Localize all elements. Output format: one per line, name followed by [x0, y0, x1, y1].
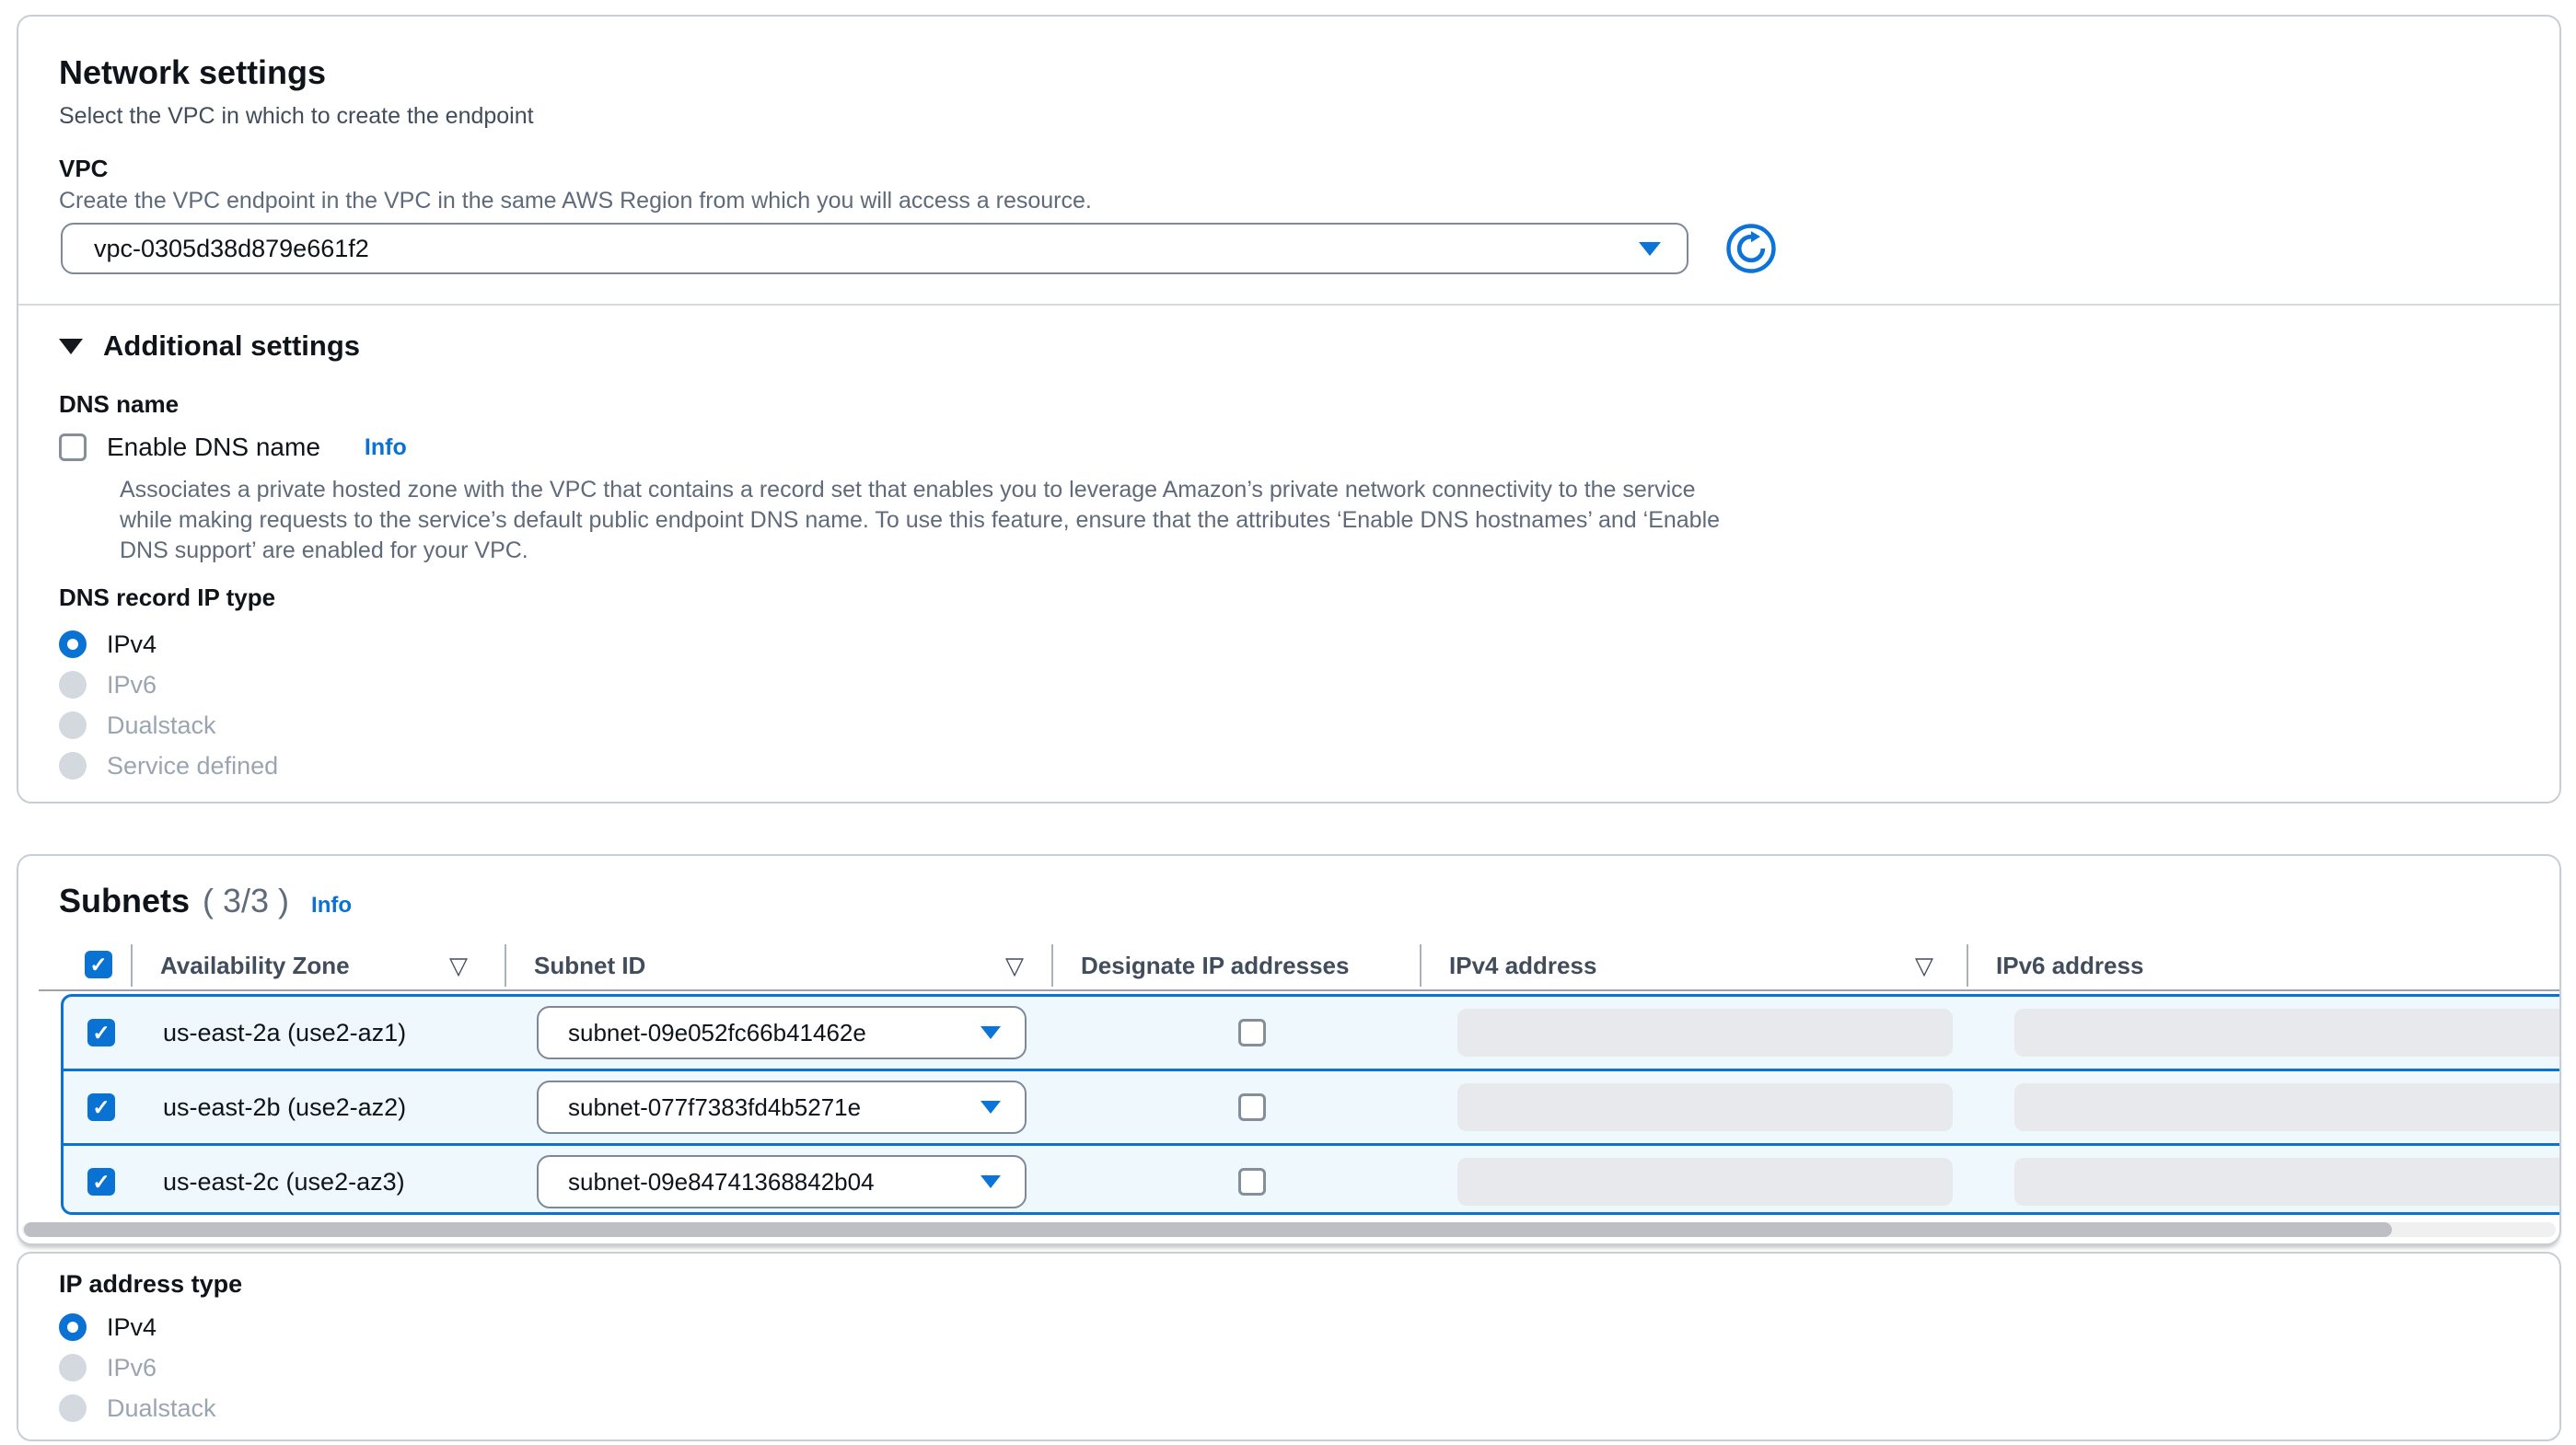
- radio-option-dualstack: Dualstack: [59, 705, 278, 746]
- network-settings-card: Network settings Select the VPC in which…: [17, 15, 2561, 803]
- selected-rows-group: ✓ us-east-2a (use2-az1) subnet-09e052fc6…: [61, 994, 2561, 1215]
- row-checkbox[interactable]: ✓: [87, 1019, 115, 1046]
- sort-icon[interactable]: ▽: [1915, 952, 1933, 980]
- ip-address-type-card: IP address type IPv4 IPv6 Dualstack: [17, 1252, 2561, 1441]
- table-row: ✓ us-east-2b (use2-az2) subnet-077f7383f…: [64, 1069, 2561, 1143]
- designate-ip-checkbox[interactable]: [1238, 1168, 1266, 1196]
- column-divider: [131, 944, 133, 987]
- chevron-down-icon: [981, 1101, 1001, 1114]
- designate-ip-checkbox[interactable]: [1238, 1093, 1266, 1121]
- ipv4-address-field-disabled: [1457, 1009, 1953, 1057]
- radio-disabled-icon: [59, 1394, 87, 1422]
- check-icon: ✓: [92, 1172, 110, 1193]
- subnet-id-select-value: subnet-09e052fc66b41462e: [568, 1019, 866, 1047]
- radio-option-ipv4[interactable]: IPv4: [59, 624, 278, 665]
- column-header-availability-zone[interactable]: Availability Zone: [160, 952, 350, 980]
- subnet-id-select-value: subnet-077f7383fd4b5271e: [568, 1093, 861, 1122]
- additional-settings-label: Additional settings: [103, 329, 360, 363]
- column-divider: [1967, 944, 1968, 987]
- chevron-down-icon: [981, 1026, 1001, 1039]
- select-all-checkbox[interactable]: ✓: [85, 951, 112, 978]
- column-header-ipv6-address: IPv6 address: [1996, 952, 2143, 980]
- dns-record-ip-type-radio-group: IPv4 IPv6 Dualstack Service defined: [59, 624, 278, 786]
- enable-dns-name-checkbox-label: Enable DNS name: [107, 433, 320, 462]
- chevron-down-icon: [981, 1175, 1001, 1188]
- check-icon: ✓: [92, 1097, 110, 1118]
- check-icon: ✓: [89, 954, 107, 976]
- dns-name-description: Associates a private hosted zone with th…: [120, 475, 1726, 566]
- check-icon: ✓: [92, 1023, 110, 1044]
- subnets-card: Subnets ( 3/3 ) Info ✓ Availability Zone…: [17, 854, 2561, 1245]
- ipv4-address-field-disabled: [1457, 1083, 1953, 1131]
- ip-address-type-label: IP address type: [59, 1270, 242, 1299]
- network-settings-subtitle: Select the VPC in which to create the en…: [59, 103, 534, 130]
- vpc-description: Create the VPC endpoint in the VPC in th…: [59, 188, 1092, 214]
- subnet-id-select-value: subnet-09e84741368842b04: [568, 1168, 875, 1196]
- radio-disabled-icon: [59, 752, 87, 780]
- table-header-underline: [39, 989, 2561, 991]
- vpc-select[interactable]: vpc-0305d38d879e661f2: [61, 223, 1688, 274]
- availability-zone-cell: us-east-2b (use2-az2): [163, 1071, 406, 1143]
- subnets-title: Subnets: [59, 882, 190, 920]
- radio-selected-icon: [59, 630, 87, 658]
- refresh-button[interactable]: [1725, 223, 1777, 274]
- column-header-subnet-id[interactable]: Subnet ID: [534, 952, 645, 980]
- availability-zone-cell: us-east-2a (use2-az1): [163, 997, 406, 1069]
- subnet-id-select[interactable]: subnet-09e052fc66b41462e: [537, 1006, 1027, 1059]
- table-row: ✓ us-east-2c (use2-az3) subnet-09e847413…: [64, 1143, 2561, 1218]
- sort-icon[interactable]: ▽: [1005, 952, 1024, 980]
- ipv6-address-field-disabled: [2014, 1083, 2561, 1131]
- refresh-icon: [1725, 223, 1777, 274]
- additional-settings-toggle[interactable]: Additional settings: [59, 329, 360, 363]
- enable-dns-name-row: Enable DNS name Info: [59, 433, 407, 462]
- row-checkbox[interactable]: ✓: [87, 1093, 115, 1121]
- column-divider: [1420, 944, 1421, 987]
- column-header-ipv4-address[interactable]: IPv4 address: [1449, 952, 1596, 980]
- radio-option-service-defined: Service defined: [59, 746, 278, 786]
- dns-record-ip-type-label: DNS record IP type: [59, 584, 275, 612]
- ipv6-address-field-disabled: [2014, 1158, 2561, 1206]
- caret-down-icon: [59, 339, 83, 354]
- vpc-label: VPC: [59, 155, 108, 183]
- radio-option-ipv6: IPv6: [59, 1347, 216, 1388]
- availability-zone-cell: us-east-2c (use2-az3): [163, 1146, 405, 1218]
- enable-dns-name-checkbox[interactable]: [59, 434, 87, 461]
- network-settings-title: Network settings: [59, 53, 326, 92]
- ip-address-type-radio-group: IPv4 IPv6 Dualstack: [59, 1307, 216, 1428]
- radio-option-dualstack: Dualstack: [59, 1388, 216, 1428]
- horizontal-scrollbar-thumb[interactable]: [24, 1222, 2392, 1237]
- ipv6-address-field-disabled: [2014, 1009, 2561, 1057]
- radio-disabled-icon: [59, 711, 87, 739]
- column-header-designate-ip: Designate IP addresses: [1081, 952, 1349, 980]
- subnet-id-select[interactable]: subnet-09e84741368842b04: [537, 1155, 1027, 1208]
- sort-icon[interactable]: ▽: [449, 952, 468, 980]
- radio-option-ipv4[interactable]: IPv4: [59, 1307, 216, 1347]
- table-row: ✓ us-east-2a (use2-az1) subnet-09e052fc6…: [64, 997, 2561, 1069]
- vpc-select-value: vpc-0305d38d879e661f2: [94, 235, 369, 263]
- section-divider: [18, 304, 2559, 306]
- radio-disabled-icon: [59, 671, 87, 699]
- chevron-down-icon: [1639, 242, 1661, 256]
- dns-name-label: DNS name: [59, 390, 179, 419]
- ipv4-address-field-disabled: [1457, 1158, 1953, 1206]
- subnets-info-link[interactable]: Info: [311, 893, 352, 919]
- radio-selected-icon: [59, 1313, 87, 1341]
- subnets-table-header: ✓ Availability Zone ▽ Subnet ID ▽ Design…: [18, 944, 2561, 990]
- subnets-count: ( 3/3 ): [203, 882, 289, 920]
- subnets-title-row: Subnets ( 3/3 ) Info: [59, 882, 352, 920]
- subnet-id-select[interactable]: subnet-077f7383fd4b5271e: [537, 1081, 1027, 1134]
- column-divider: [505, 944, 506, 987]
- radio-option-ipv6: IPv6: [59, 665, 278, 705]
- radio-disabled-icon: [59, 1354, 87, 1381]
- vpc-endpoint-network-settings-page: Network settings Select the VPC in which…: [0, 0, 2576, 1445]
- row-checkbox[interactable]: ✓: [87, 1168, 115, 1196]
- designate-ip-checkbox[interactable]: [1238, 1019, 1266, 1046]
- dns-name-info-link[interactable]: Info: [365, 434, 407, 461]
- column-divider: [1051, 944, 1053, 987]
